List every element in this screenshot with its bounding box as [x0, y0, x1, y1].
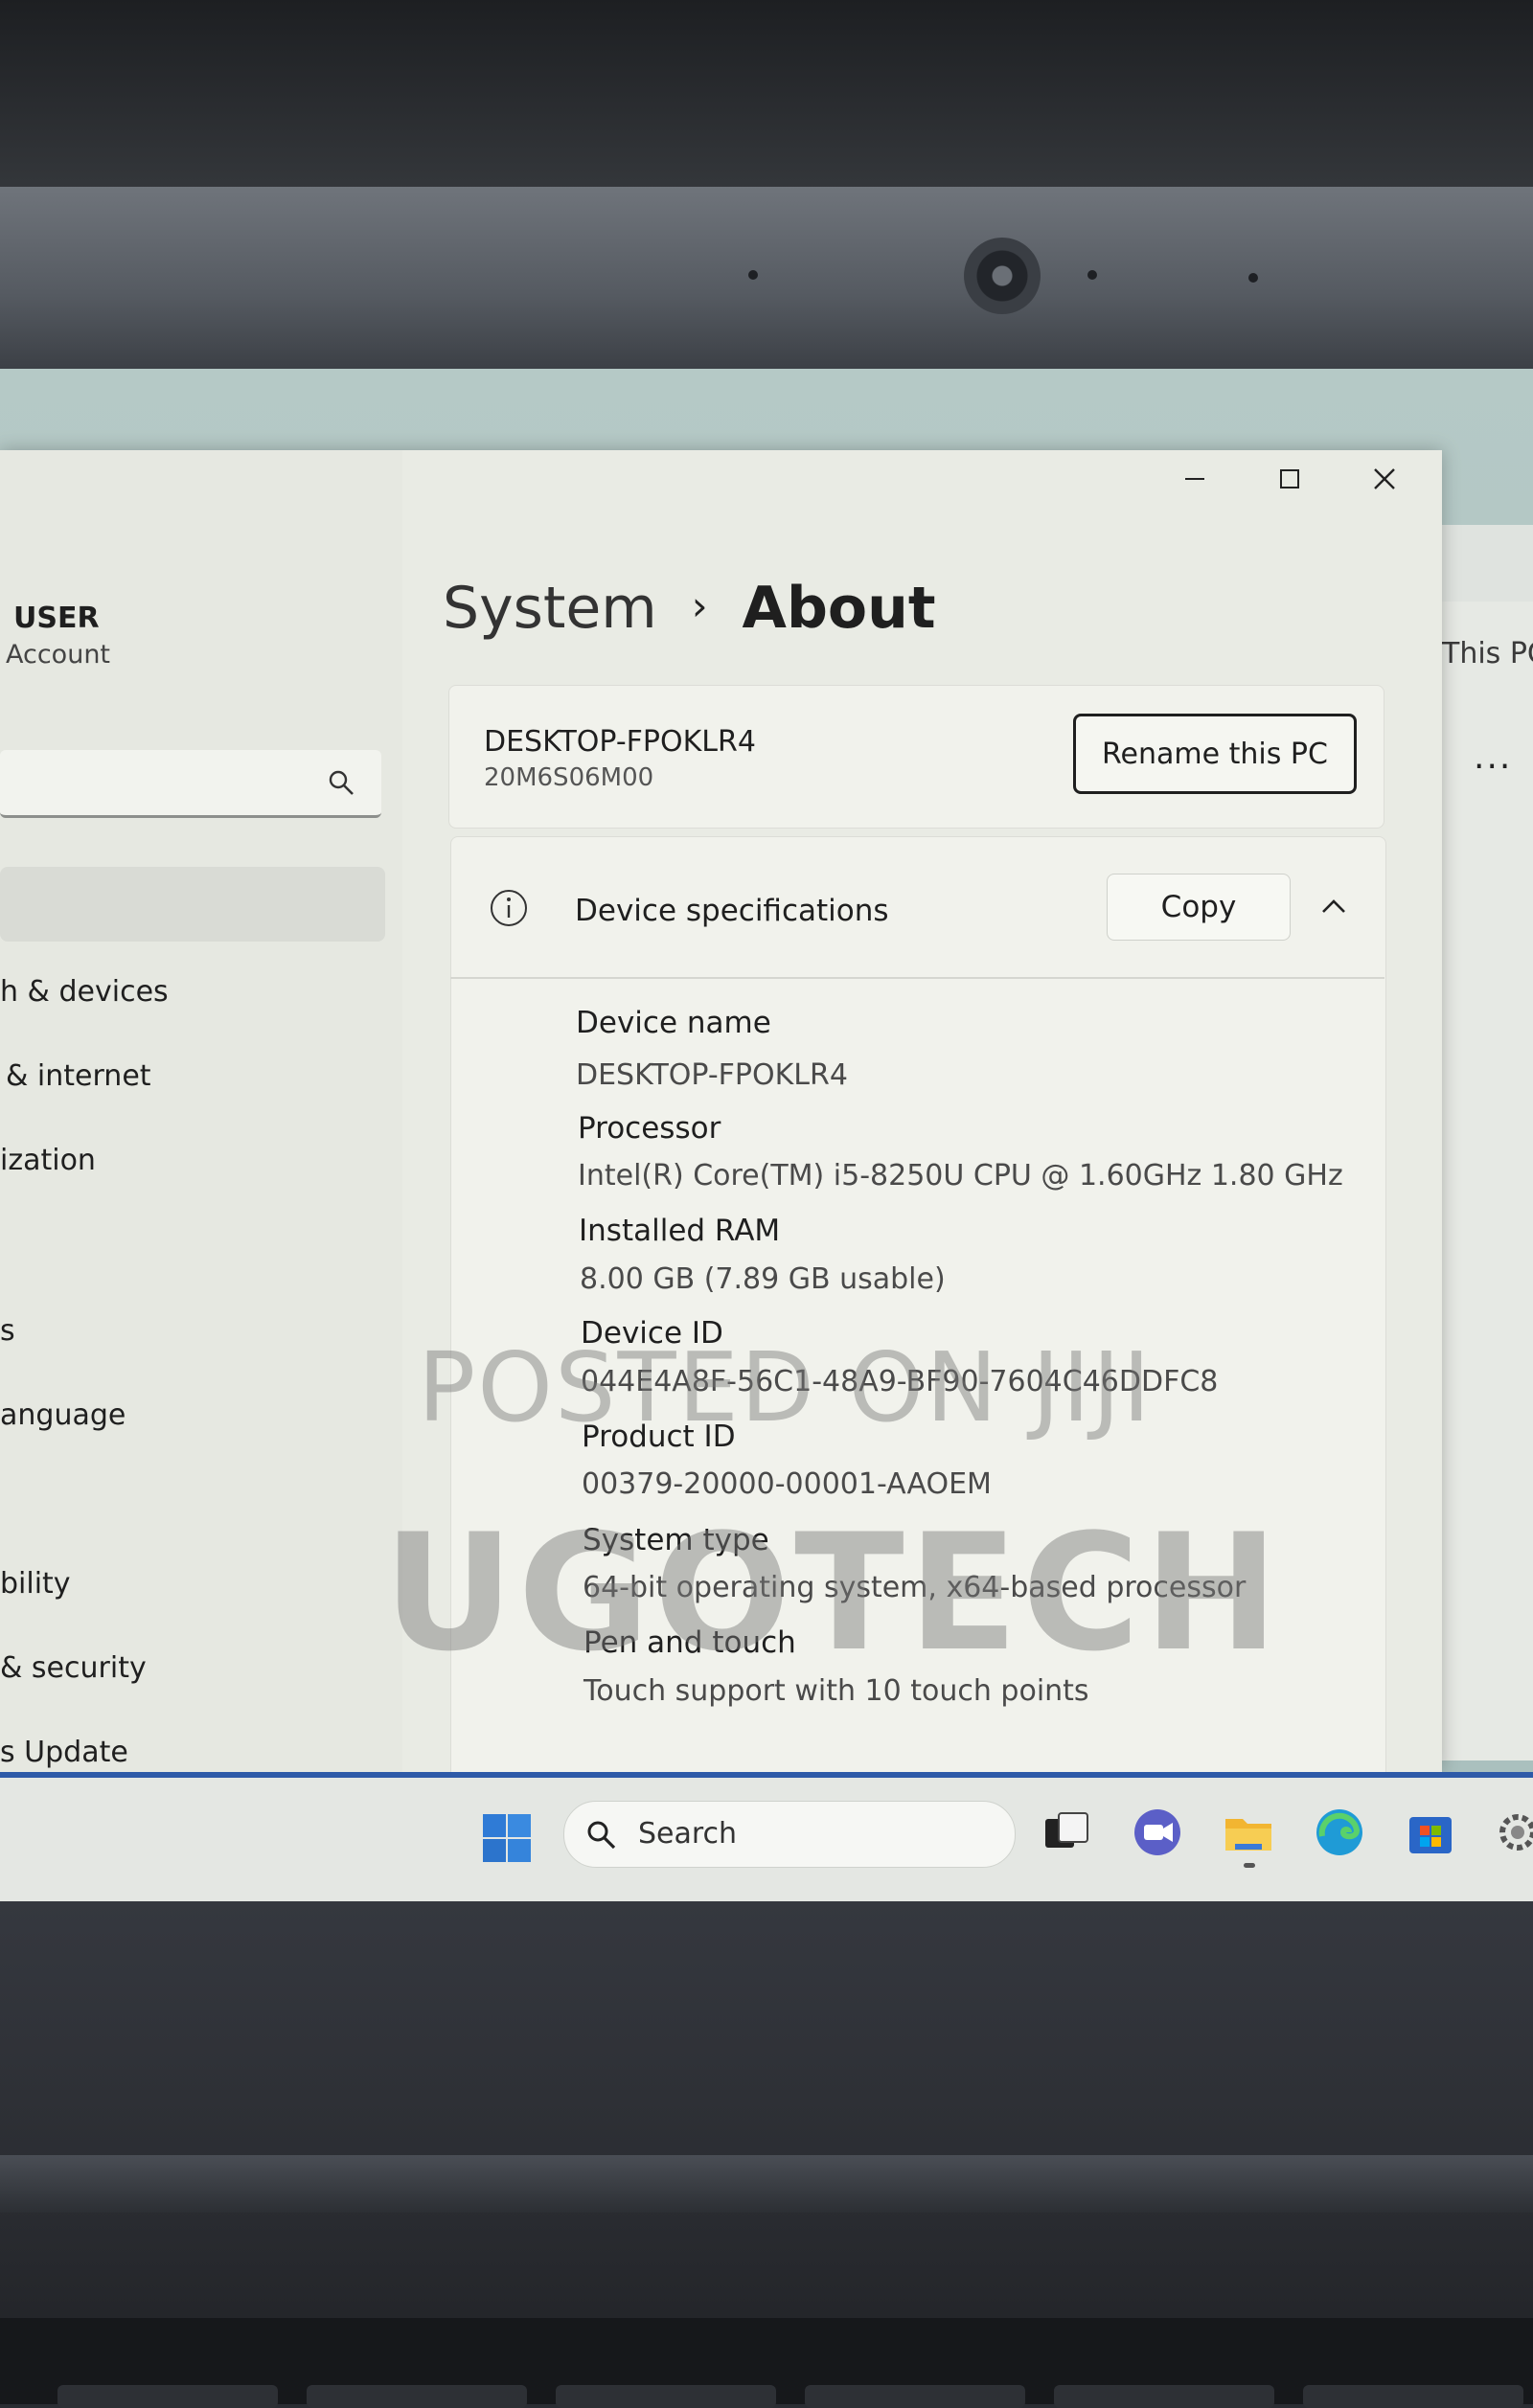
watermark-ugotech: UGOTECH	[383, 1499, 1283, 1687]
task-view-icon[interactable]	[1040, 1806, 1093, 1859]
spec-value-installed-ram: 8.00 GB (7.89 GB usable)	[580, 1262, 946, 1296]
pc-model: 20M6S06M00	[484, 763, 654, 792]
file-explorer-icon[interactable]	[1222, 1806, 1275, 1859]
spec-label-installed-ram: Installed RAM	[579, 1214, 781, 1248]
keyboard-key	[1054, 2385, 1274, 2408]
user-name[interactable]: USER	[13, 602, 100, 635]
search-icon	[587, 1821, 616, 1850]
laptop-bezel-top	[0, 187, 1533, 369]
settings-gear-icon[interactable]	[1491, 1806, 1533, 1859]
settings-search-input[interactable]	[0, 750, 381, 818]
minimize-button[interactable]	[1166, 450, 1224, 508]
breadcrumb-separator: ›	[691, 582, 708, 629]
webcam	[964, 238, 1041, 314]
windows-start-icon[interactable]	[482, 1813, 532, 1863]
info-icon	[491, 890, 527, 926]
sidebar-item-accounts[interactable]: s	[0, 1314, 15, 1348]
keyboard-key	[805, 2385, 1025, 2408]
breadcrumb-about: About	[742, 575, 936, 642]
active-app-indicator	[1244, 1863, 1255, 1868]
breadcrumb-system[interactable]: System	[443, 575, 657, 642]
user-account-label[interactable]: Account	[6, 640, 110, 670]
watermark-posted-on: POSTED ON JIJI	[418, 1331, 1153, 1443]
sidebar-item-selected[interactable]	[0, 867, 385, 942]
device-specifications-header[interactable]: Device specifications	[575, 894, 889, 928]
keyboard-key	[57, 2385, 278, 2408]
minimize-icon	[1185, 478, 1204, 480]
chevron-up-icon[interactable]	[1317, 891, 1350, 923]
background-window-titlebar[interactable]	[1437, 525, 1533, 602]
chat-icon[interactable]	[1131, 1806, 1184, 1859]
keyboard-key	[307, 2385, 527, 2408]
sidebar-item-windows-update[interactable]: s Update	[0, 1736, 128, 1769]
more-options-button[interactable]: ...	[1474, 738, 1512, 777]
taskbar-search-label: Search	[638, 1817, 738, 1851]
pc-name: DESKTOP-FPOKLR4	[484, 725, 756, 759]
sidebar-item-time-language[interactable]: anguage	[0, 1398, 126, 1432]
sensor-dot	[748, 270, 758, 280]
spec-label-processor: Processor	[578, 1111, 721, 1146]
maximize-icon	[1280, 469, 1299, 488]
close-button[interactable]	[1356, 450, 1413, 508]
sensor-dot	[1248, 273, 1258, 283]
spec-label-device-name: Device name	[576, 1006, 771, 1040]
page-title: System › About	[443, 575, 936, 642]
microsoft-store-icon[interactable]	[1404, 1806, 1457, 1859]
divider	[450, 977, 1384, 979]
sidebar-item-accessibility[interactable]: bility	[0, 1567, 71, 1601]
sidebar-item-bluetooth-devices[interactable]: h & devices	[0, 975, 169, 1009]
edge-browser-icon[interactable]	[1313, 1806, 1366, 1859]
background-window[interactable]	[1437, 525, 1533, 1761]
maximize-button[interactable]	[1261, 450, 1318, 508]
sidebar-item-privacy-security[interactable]: & security	[0, 1651, 147, 1685]
taskbar-search-input[interactable]	[563, 1801, 1016, 1868]
spec-value-device-name: DESKTOP-FPOKLR4	[576, 1058, 848, 1092]
keyboard-key	[1303, 2385, 1523, 2408]
sidebar-item-personalization[interactable]: ization	[0, 1144, 96, 1177]
copy-button[interactable]: Copy	[1107, 874, 1291, 941]
laptop-hinge	[0, 2155, 1533, 2213]
close-icon	[1374, 468, 1395, 489]
sidebar-item-network-internet[interactable]: & internet	[6, 1059, 151, 1093]
spec-value-product-id: 00379-20000-00001-AAOEM	[582, 1467, 992, 1501]
background-room	[0, 0, 1533, 192]
keyboard-key	[556, 2385, 776, 2408]
spec-value-processor: Intel(R) Core(TM) i5-8250U CPU @ 1.60GHz…	[578, 1159, 1343, 1193]
sensor-dot	[1087, 270, 1097, 280]
background-window-title[interactable]: This PC	[1442, 637, 1533, 670]
search-icon	[329, 770, 354, 795]
rename-pc-button[interactable]: Rename this PC	[1073, 714, 1357, 794]
